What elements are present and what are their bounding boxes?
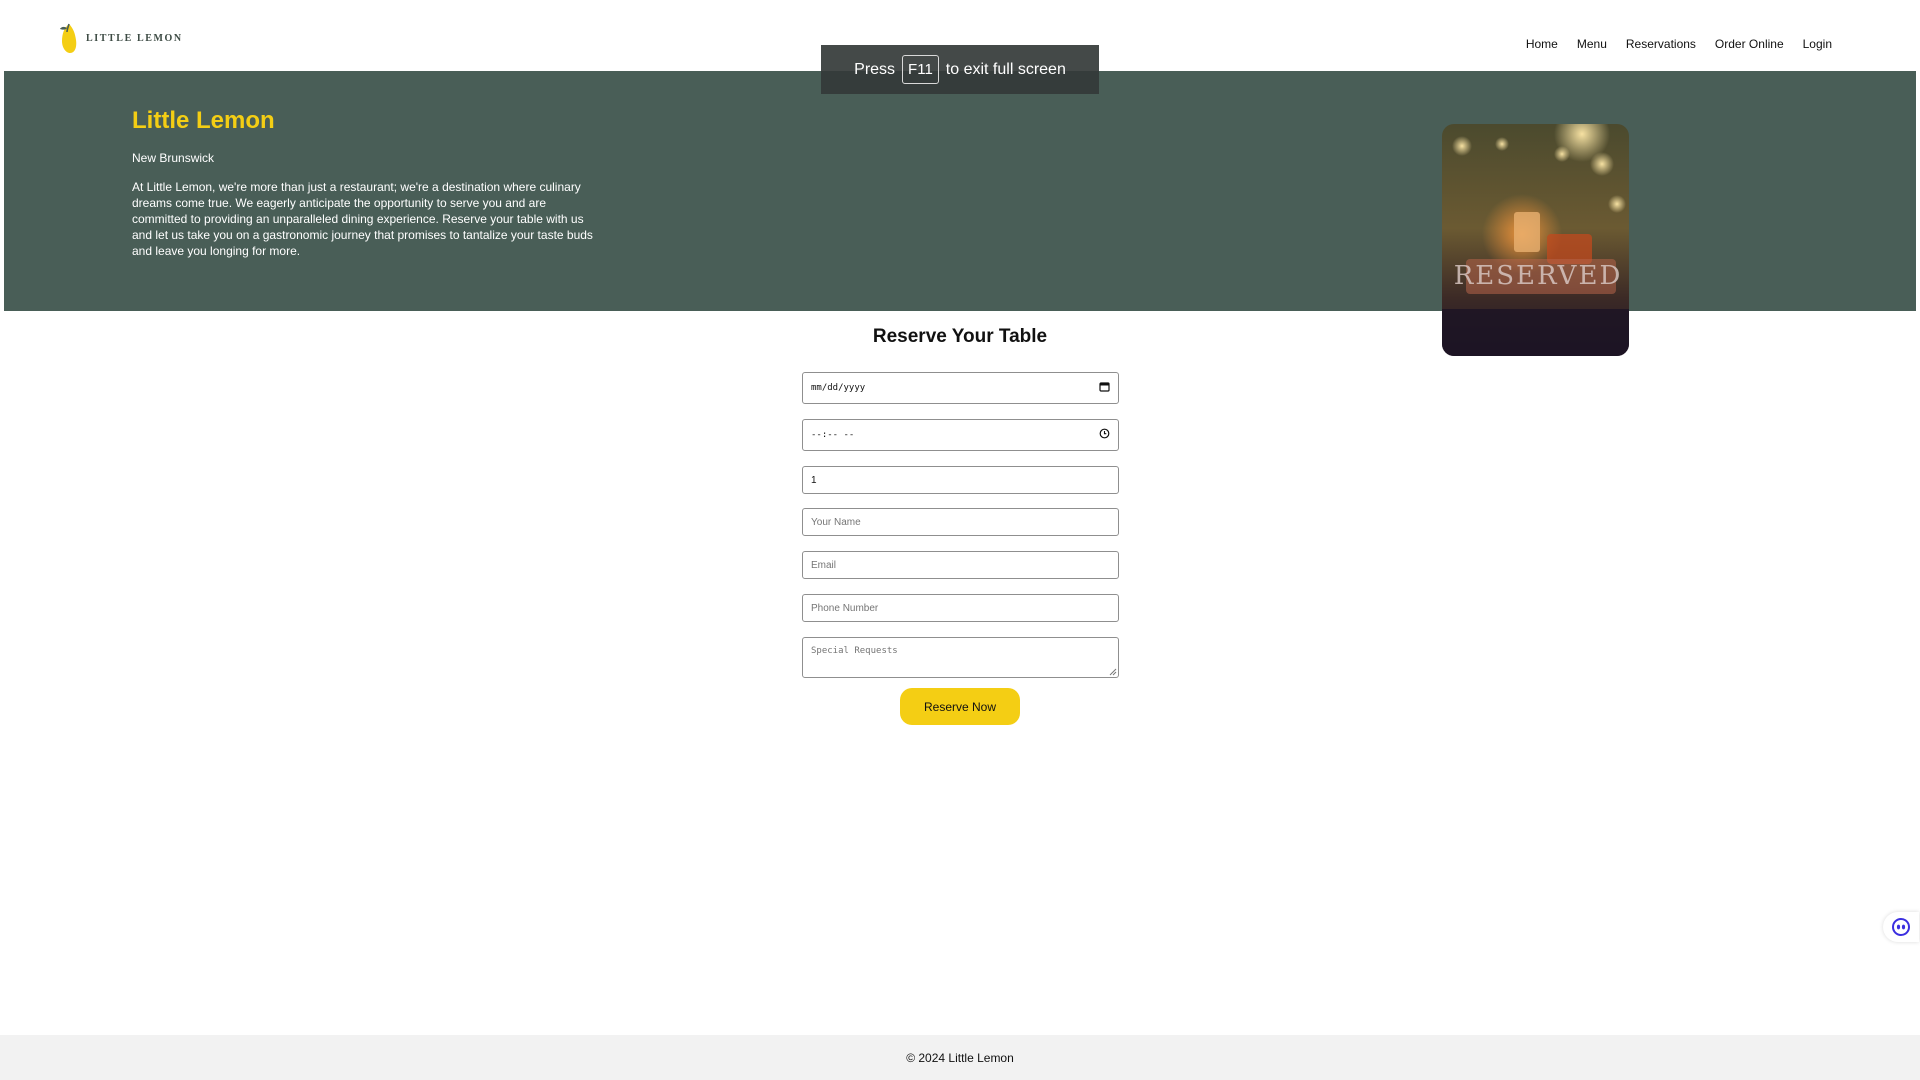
hero-city: New Brunswick bbox=[132, 151, 215, 165]
reserved-sign-text: RESERVED bbox=[1454, 261, 1623, 291]
email-input[interactable]: Email bbox=[802, 551, 1119, 579]
guests-value: 1 bbox=[811, 474, 817, 486]
phone-placeholder: Phone Number bbox=[811, 602, 879, 614]
special-requests-textarea[interactable]: Special Requests bbox=[802, 637, 1119, 678]
fullscreen-notice: Press F11 to exit full screen bbox=[821, 45, 1099, 94]
resize-grip-icon[interactable] bbox=[1109, 668, 1117, 676]
nav-login[interactable]: Login bbox=[1803, 37, 1832, 51]
fullscreen-key: F11 bbox=[902, 55, 939, 84]
reserved-table-photo: RESERVED bbox=[1442, 124, 1629, 356]
date-placeholder: mm/dd/yyyy bbox=[811, 383, 866, 393]
nav-menu[interactable]: Menu bbox=[1577, 37, 1607, 51]
reserve-now-button[interactable]: Reserve Now bbox=[900, 688, 1020, 725]
date-input[interactable]: mm/dd/yyyy bbox=[802, 372, 1119, 404]
nav-order-online[interactable]: Order Online bbox=[1715, 37, 1784, 51]
time-input[interactable]: --:-- -- bbox=[802, 419, 1119, 451]
hero-section: Little Lemon New Brunswick At Little Lem… bbox=[4, 71, 1916, 311]
hero-title: Little Lemon bbox=[132, 107, 275, 134]
fullscreen-notice-suffix: to exit full screen bbox=[945, 60, 1066, 78]
name-input[interactable]: Your Name bbox=[802, 508, 1119, 536]
time-placeholder: --:-- -- bbox=[811, 430, 855, 440]
calendar-icon[interactable] bbox=[1099, 381, 1110, 395]
lemon-icon bbox=[58, 22, 80, 54]
logo-text: LITTLE LEMON bbox=[86, 32, 183, 44]
name-placeholder: Your Name bbox=[811, 516, 861, 528]
guests-input[interactable]: 1 bbox=[802, 466, 1119, 494]
site-logo[interactable]: LITTLE LEMON bbox=[58, 22, 183, 54]
footer-copyright: © 2024 Little Lemon bbox=[906, 1050, 1014, 1065]
site-footer: © 2024 Little Lemon bbox=[0, 1035, 1920, 1080]
main-nav: Home Menu Reservations Order Online Logi… bbox=[1526, 37, 1832, 51]
nav-reservations[interactable]: Reservations bbox=[1626, 37, 1696, 51]
fullscreen-notice-prefix: Press bbox=[854, 60, 896, 78]
assistant-eyes-icon[interactable] bbox=[1883, 912, 1919, 942]
clock-icon[interactable] bbox=[1099, 428, 1110, 442]
nav-home[interactable]: Home bbox=[1526, 37, 1558, 51]
reservation-form-title: Reserve Your Table bbox=[872, 326, 1048, 347]
requests-placeholder: Special Requests bbox=[811, 646, 898, 656]
email-placeholder: Email bbox=[811, 559, 837, 571]
phone-input[interactable]: Phone Number bbox=[802, 594, 1119, 622]
hero-description: At Little Lemon, we're more than just a … bbox=[132, 180, 593, 258]
